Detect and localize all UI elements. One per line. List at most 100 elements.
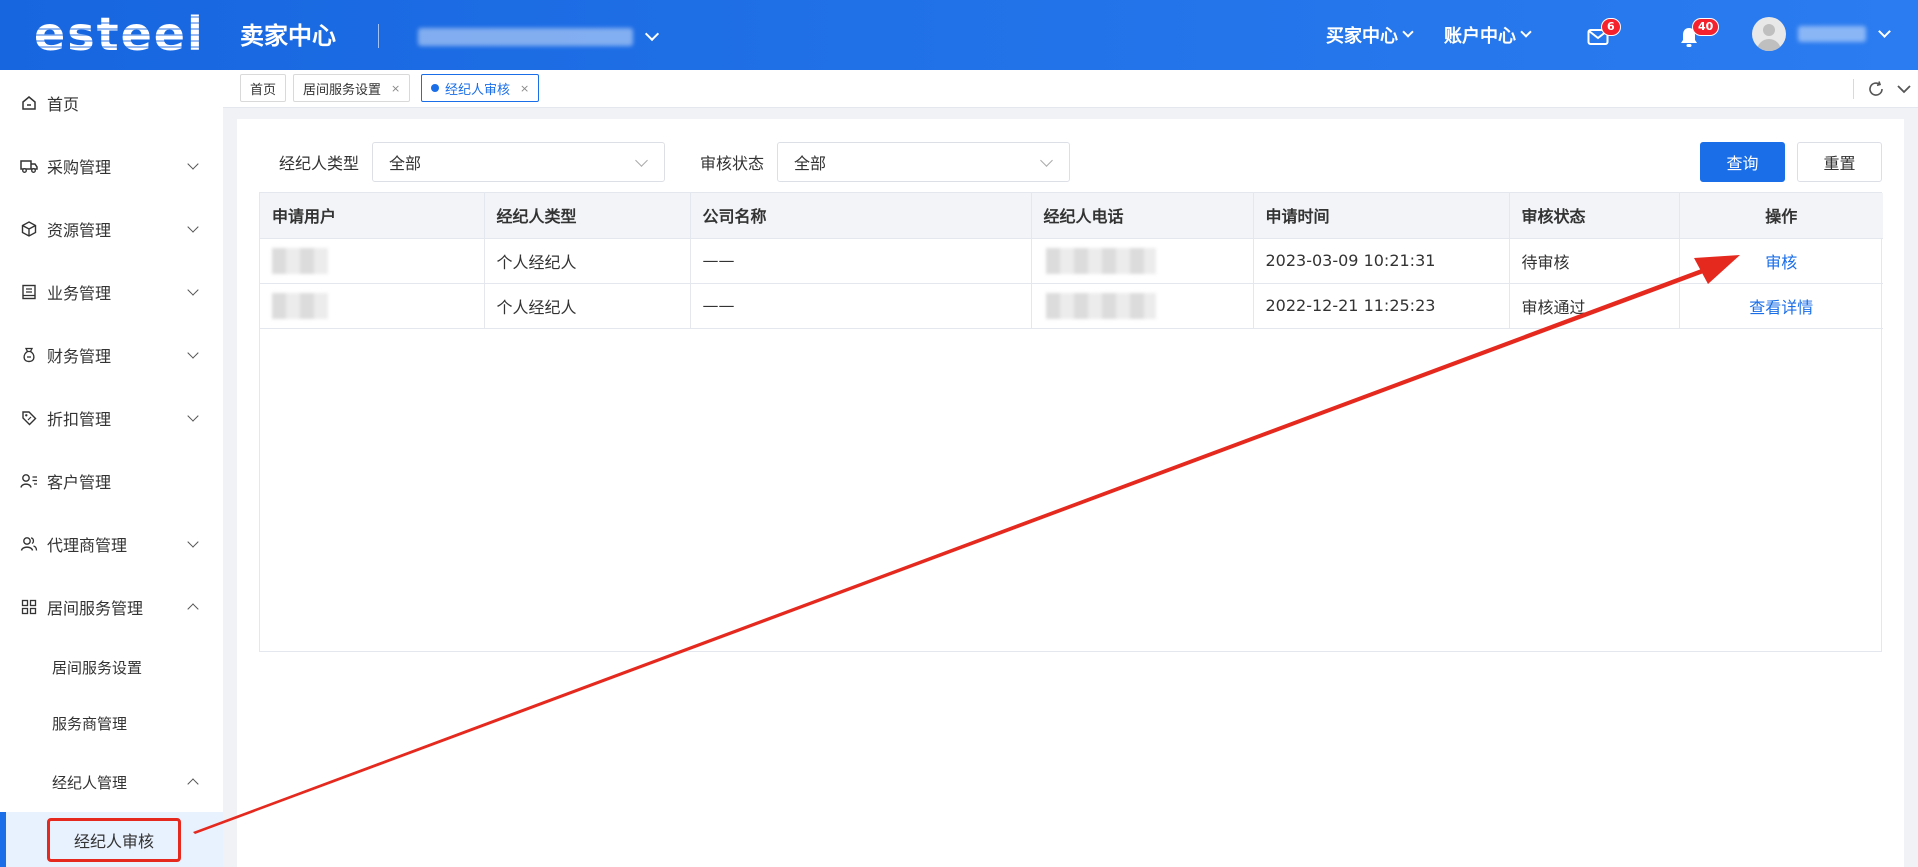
query-button[interactable]: 查询 [1700,142,1785,182]
account-center-label: 账户中心 [1444,26,1516,47]
buyer-center-menu[interactable]: 买家中心 [1326,22,1414,48]
review-status-select[interactable]: 全部 [777,142,1070,182]
company-cell: —— [690,238,1032,284]
username-masked [1798,26,1866,42]
cube-icon [20,220,38,238]
sidebar-item-label: 业务管理 [47,284,112,303]
tool-divider [1853,78,1854,99]
chevron-down-icon [635,154,648,167]
chevron-down-icon [187,221,199,233]
sidebar-subitem-service-providers[interactable]: 服务商管理 [0,703,223,743]
chevron-down-icon [1520,26,1532,38]
masked-applicant [272,247,328,274]
top-navigation-bar: esteel 卖家中心 买家中心 账户中心 6 40 [0,0,1918,70]
tabs-bar: 首页 居间服务设置 × 经纪人审核 × [223,70,1918,108]
review-status-label: 审核状态 [700,154,765,173]
sidebar-item-label: 财务管理 [47,347,112,366]
sidebar-subitem-label: 服务商管理 [52,714,128,733]
applicant-cell [260,238,485,284]
chevron-down-icon[interactable] [1890,75,1918,103]
data-table: 申请用户 经纪人类型 公司名称 经纪人电话 申请时间 审核状态 操作 个人经纪人… [260,193,1883,329]
tab-label: 居间服务设置 [303,82,382,98]
sidebar-subitem-brokerage-settings[interactable]: 居间服务设置 [0,647,223,687]
table-row: 个人经纪人 —— 2022-12-21 11:25:23 审核通过 查看详情 [260,283,1883,329]
grid-icon [20,598,38,616]
chevron-up-icon [187,778,199,790]
user-list-icon [20,472,38,490]
mail-badge: 6 [1601,18,1621,36]
avatar [1752,17,1786,51]
account-center-menu[interactable]: 账户中心 [1444,22,1532,48]
sidebar-item-customers[interactable]: 客户管理 [0,461,223,501]
tab-home[interactable]: 首页 [240,74,287,102]
chevron-down-icon [644,26,660,42]
apply-time-cell: 2022-12-21 11:25:23 [1253,283,1510,329]
apply-time-cell: 2023-03-09 10:21:31 [1253,238,1510,284]
active-dot-icon [431,84,439,92]
buyer-center-label: 买家中心 [1326,26,1398,47]
messages-button[interactable]: 6 [1583,18,1621,52]
reset-button[interactable]: 重置 [1797,142,1882,182]
tab-label: 经纪人审核 [445,82,511,98]
chevron-up-icon [187,603,199,615]
app-title: 卖家中心 [240,22,336,50]
view-details-link[interactable]: 查看详情 [1749,298,1813,317]
chevron-down-icon [187,536,199,548]
chevron-down-icon [187,284,199,296]
money-bag-icon [20,346,38,364]
column-header-company: 公司名称 [690,193,1032,239]
tab-brokerage-settings[interactable]: 居间服务设置 × [293,74,411,102]
applicant-cell [260,283,485,329]
book-icon [20,283,38,301]
user-menu[interactable] [1752,17,1891,51]
broker-type-cell: 个人经纪人 [484,238,691,284]
review-link[interactable]: 审核 [1765,253,1797,272]
tab-broker-review[interactable]: 经纪人审核 × [421,74,540,102]
column-header-applicant: 申请用户 [260,193,485,239]
chevron-down-icon [1878,24,1891,38]
sidebar-item-business[interactable]: 业务管理 [0,272,223,312]
shop-selector[interactable] [418,24,660,50]
sidebar-item-discount[interactable]: 折扣管理 [0,398,223,438]
broker-type-value: 全部 [389,154,422,173]
close-icon[interactable]: × [520,82,529,95]
sidebar-item-label: 资源管理 [47,221,112,240]
header-divider [378,24,379,48]
column-header-phone: 经纪人电话 [1031,193,1254,239]
masked-phone [1045,247,1156,274]
review-status-cell: 审核通过 [1509,283,1680,329]
sidebar-item-label: 代理商管理 [47,536,128,555]
sidebar-item-agents[interactable]: 代理商管理 [0,524,223,564]
bell-badge: 40 [1692,18,1720,36]
column-header-actions: 操作 [1679,193,1883,239]
tab-label: 首页 [250,82,277,98]
refresh-icon[interactable] [1862,75,1890,103]
broker-type-select[interactable]: 全部 [372,142,665,182]
home-icon [20,94,38,112]
sidebar-item-home[interactable]: 首页 [0,83,223,123]
sidebar-item-label: 首页 [47,95,80,114]
sidebar-item-purchase[interactable]: 采购管理 [0,146,223,186]
company-cell: —— [690,283,1032,329]
masked-applicant [272,292,328,319]
column-header-broker-type: 经纪人类型 [484,193,691,239]
sidebar-subitem-broker-management[interactable]: 经纪人管理 [0,762,223,802]
notifications-button[interactable]: 40 [1674,18,1720,52]
sidebar-item-label: 采购管理 [47,158,112,177]
close-icon[interactable]: × [391,82,400,95]
sidebar-item-brokerage[interactable]: 居间服务管理 [0,587,223,627]
tag-icon [20,409,38,427]
sidebar-item-resources[interactable]: 资源管理 [0,209,223,249]
sidebar-item-finance[interactable]: 财务管理 [0,335,223,375]
sidebar-subitem-label: 经纪人管理 [52,773,128,792]
users-icon [20,535,38,553]
column-header-apply-time: 申请时间 [1253,193,1510,239]
esteel-logo[interactable]: esteel [34,7,205,61]
sidebar-item-label: 折扣管理 [47,410,112,429]
logo-text: esteel [34,7,205,61]
phone-cell [1031,283,1254,329]
sidebar-item-label: 居间服务管理 [47,599,144,618]
phone-cell [1031,238,1254,284]
chevron-down-icon [187,410,199,422]
sidebar-item-broker-review-label[interactable]: 经纪人审核 [47,818,181,862]
